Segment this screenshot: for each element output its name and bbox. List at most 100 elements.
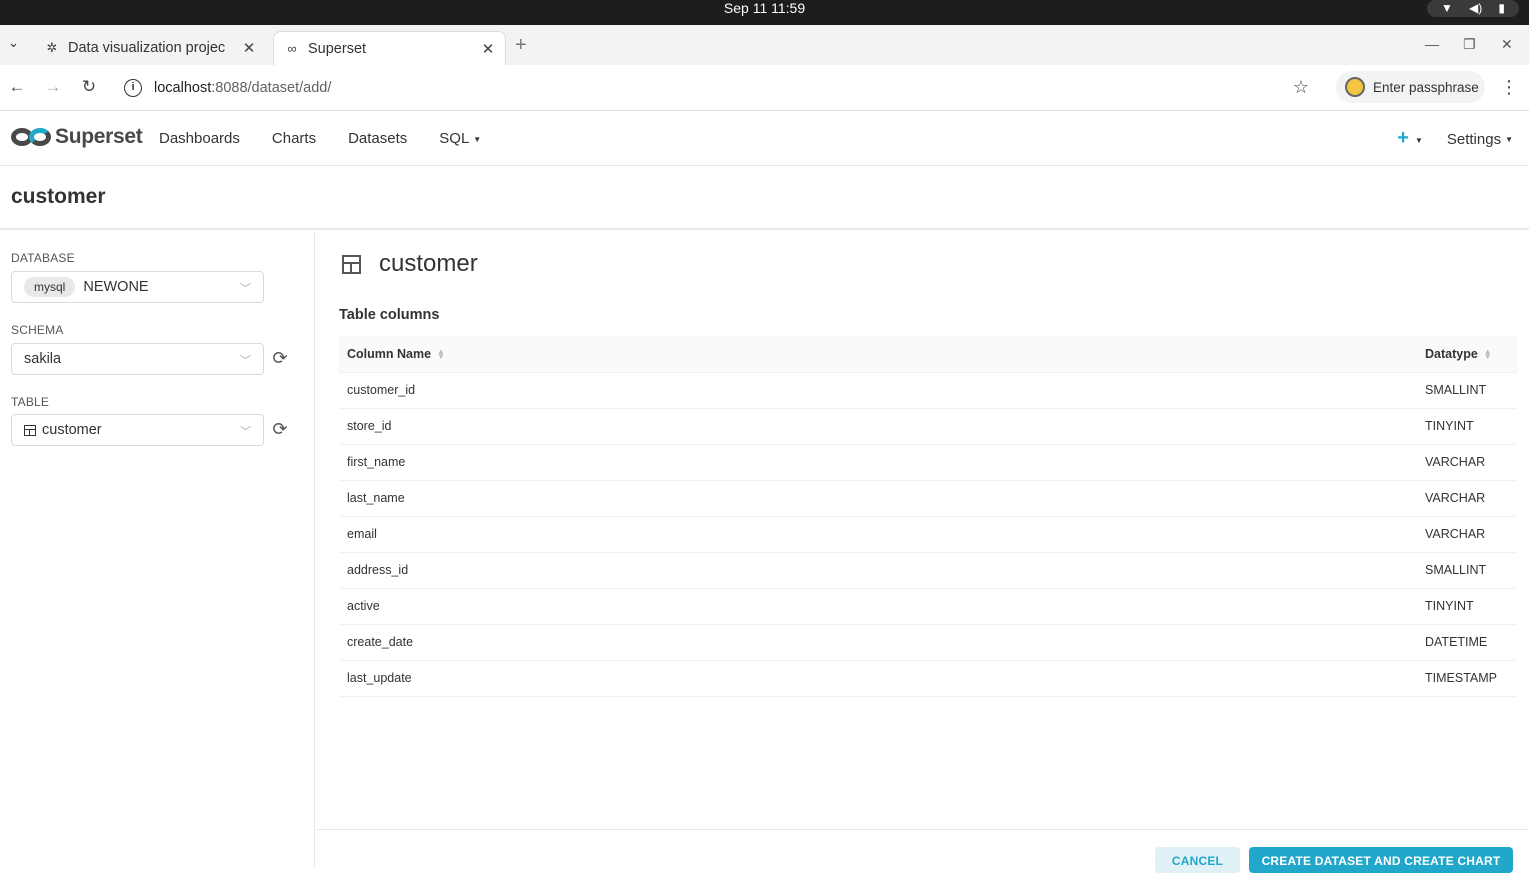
- sort-icon[interactable]: ▲ ▼: [437, 348, 445, 361]
- datatype-cell: SMALLINT: [1417, 372, 1517, 409]
- chevron-down-icon: ﹀: [240, 426, 251, 438]
- datatype-header-label: Datatype: [1425, 346, 1478, 361]
- create-dataset-button[interactable]: CREATE DATASET AND CREATE CHART: [1249, 847, 1513, 873]
- column-name-cell: email: [339, 516, 1417, 553]
- profile-avatar-icon: [1345, 77, 1365, 97]
- reload-icon[interactable]: ↻: [78, 76, 100, 98]
- back-arrow-icon[interactable]: ←: [6, 76, 28, 98]
- main-menu: Dashboards Charts Datasets SQL ▼: [159, 130, 513, 147]
- table-row: first_name VARCHAR: [339, 444, 1517, 481]
- table-header-row: Column Name ▲ ▼ Datatype ▲ ▼: [339, 336, 1517, 373]
- window-close-icon[interactable]: ✕: [1501, 36, 1513, 53]
- table-icon: [24, 424, 36, 436]
- database-type-badge: mysql: [24, 277, 76, 297]
- schema-label: SCHEMA: [11, 323, 64, 337]
- dataset-preview: customer Table columns Column Name ▲ ▼ Dat…: [316, 231, 1529, 867]
- settings-label: Settings: [1446, 130, 1502, 148]
- schema-value: sakila: [24, 351, 62, 367]
- profile-label: Enter passphrase: [1373, 79, 1479, 95]
- datatype-cell: TINYINT: [1417, 588, 1517, 625]
- url-host: localhost: [154, 80, 212, 96]
- browser-toolbar: ← → ↻ i localhost:8088/dataset/add/ ☆ En…: [0, 65, 1529, 111]
- datatype-cell: DATETIME: [1417, 624, 1517, 661]
- restore-icon[interactable]: ❐: [1463, 36, 1476, 53]
- openai-favicon-icon: ✲: [46, 40, 58, 55]
- column-name-cell: first_name: [339, 444, 1417, 481]
- browser-tab-superset[interactable]: ∞ Superset ✕: [273, 31, 506, 65]
- datatype-header[interactable]: Datatype ▲ ▼: [1417, 336, 1517, 373]
- refresh-schema-icon[interactable]: ⟳: [270, 348, 290, 368]
- datatype-cell: VARCHAR: [1417, 480, 1517, 517]
- os-top-bar: Sep 11 11:59 ▼ ◀) ▮: [0, 0, 1529, 25]
- superset-logo[interactable]: Superset: [11, 125, 143, 149]
- column-name-cell: customer_id: [339, 372, 1417, 409]
- browser-tab-strip: ⌄ ✲ Data visualization projec ✕ ∞ Supers…: [0, 25, 1529, 65]
- profile-button[interactable]: Enter passphrase: [1336, 71, 1485, 103]
- menu-datasets[interactable]: Datasets: [348, 130, 407, 147]
- database-select[interactable]: mysql NEWONE ﹀: [11, 271, 264, 303]
- chevron-down-icon: ﹀: [240, 355, 251, 367]
- logo-text: Superset: [55, 125, 143, 148]
- caret-down-icon: ▼: [473, 134, 482, 144]
- new-item-menu[interactable]: + ▼: [1397, 127, 1423, 149]
- browser-tab-data-visualization[interactable]: ✲ Data visualization projec ✕: [34, 31, 266, 65]
- tab-close-icon[interactable]: ✕: [477, 40, 499, 58]
- dataset-title: customer: [379, 250, 478, 277]
- chevron-down-icon: ﹀: [240, 283, 251, 295]
- refresh-table-icon[interactable]: ⟳: [270, 419, 290, 439]
- minimize-icon[interactable]: —: [1425, 36, 1439, 52]
- plus-icon: +: [1397, 127, 1409, 149]
- menu-charts[interactable]: Charts: [272, 130, 316, 147]
- new-tab-plus-icon[interactable]: +: [515, 34, 527, 57]
- menu-sql[interactable]: SQL ▼: [439, 130, 481, 147]
- sort-icon[interactable]: ▲ ▼: [1484, 348, 1492, 361]
- menu-dashboards[interactable]: Dashboards: [159, 130, 240, 147]
- superset-logo-icon: [11, 126, 53, 148]
- column-name-header-label: Column Name: [347, 346, 432, 361]
- database-label: DATABASE: [11, 251, 75, 265]
- url-path: :8088/dataset/add/: [211, 80, 332, 96]
- tab-title: Data visualization projec: [68, 40, 226, 56]
- superset-navbar: Superset Dashboards Charts Datasets SQL ▼…: [0, 112, 1529, 166]
- tab-search-chevron-icon[interactable]: ⌄: [8, 35, 24, 55]
- system-tray[interactable]: ▼ ◀) ▮: [1427, 0, 1519, 17]
- tab-close-icon[interactable]: ✕: [238, 39, 260, 57]
- navbar-right: + ▼ Settings ▼: [1397, 127, 1513, 149]
- bookmark-star-icon[interactable]: ☆: [1293, 77, 1309, 98]
- datatype-cell: VARCHAR: [1417, 444, 1517, 481]
- table-row: address_id SMALLINT: [339, 552, 1517, 589]
- table-row: last_name VARCHAR: [339, 480, 1517, 517]
- table-icon: [342, 255, 361, 274]
- settings-menu[interactable]: Settings ▼: [1447, 131, 1513, 148]
- forward-arrow-icon[interactable]: →: [42, 76, 64, 98]
- datatype-cell: TINYINT: [1417, 408, 1517, 445]
- table-row: customer_id SMALLINT: [339, 372, 1517, 409]
- browser-menu-icon[interactable]: ⋮: [1500, 77, 1518, 98]
- database-value: NEWONE: [83, 279, 149, 295]
- cancel-button[interactable]: CANCEL: [1155, 847, 1240, 873]
- page-title[interactable]: customer: [11, 185, 106, 209]
- column-name-cell: address_id: [339, 552, 1417, 589]
- dataset-source-panel: DATABASE mysql NEWONE ﹀ SCHEMA sakila ﹀ …: [0, 231, 315, 867]
- address-bar[interactable]: i localhost:8088/dataset/add/ ☆: [115, 71, 1325, 105]
- schema-select[interactable]: sakila ﹀: [11, 343, 264, 375]
- superset-favicon-icon: ∞: [287, 41, 297, 56]
- table-row: create_date DATETIME: [339, 624, 1517, 661]
- site-info-icon[interactable]: i: [124, 79, 142, 97]
- table-label: TABLE: [11, 395, 50, 409]
- tab-title: Superset: [308, 40, 367, 57]
- os-clock[interactable]: Sep 11 11:59: [0, 0, 1529, 17]
- table-row: active TINYINT: [339, 588, 1517, 625]
- column-name-cell: create_date: [339, 624, 1417, 661]
- columns-table: Column Name ▲ ▼ Datatype ▲ ▼ customer_id SMAL…: [339, 336, 1517, 697]
- menu-sql-label: SQL: [439, 130, 470, 147]
- volume-icon: ◀): [1469, 1, 1483, 15]
- column-name-cell: last_update: [339, 660, 1417, 697]
- table-row: email VARCHAR: [339, 516, 1517, 553]
- datatype-cell: VARCHAR: [1417, 516, 1517, 553]
- column-name-header[interactable]: Column Name ▲ ▼: [339, 336, 1417, 373]
- datatype-cell: SMALLINT: [1417, 552, 1517, 589]
- caret-down-icon: ▼: [1505, 135, 1513, 145]
- table-select[interactable]: customer ﹀: [11, 414, 264, 446]
- wifi-icon: ▼: [1441, 1, 1453, 15]
